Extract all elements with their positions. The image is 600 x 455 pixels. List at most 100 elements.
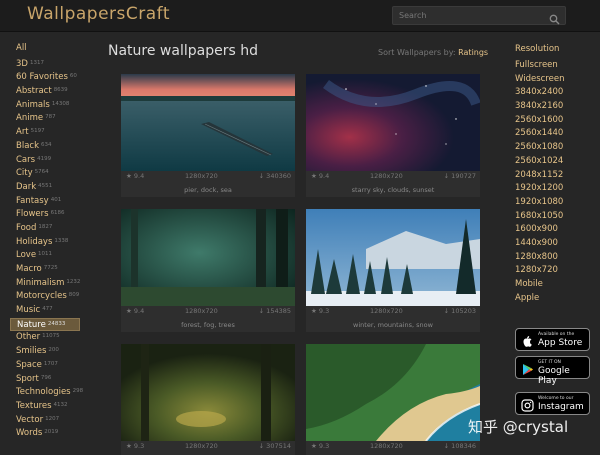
category-label: Minimalism [16,277,65,288]
sidebar-item-art[interactable]: Art 5197 [10,126,80,140]
category-label: Space [16,359,42,370]
site-logo[interactable]: WallpapersCraft [27,4,170,24]
sidebar-item-minimalism[interactable]: Minimalism 1232 [10,277,80,291]
sidebar-item-fantasy[interactable]: Fantasy 401 [10,195,80,209]
wallpaper-card[interactable]: ★ 9.3 1280x720 ↓ 108346 [306,344,480,455]
wallpaper-card[interactable]: ★ 9.3 1280x720 ↓ 105203 winter, mountain… [306,209,480,332]
resolution-item-2560x1024[interactable]: 2560x1024 [511,155,596,169]
category-count: 787 [45,114,56,121]
sidebar-item-flowers[interactable]: Flowers 6186 [10,208,80,222]
category-count: 200 [48,347,59,354]
resolution-item-1280x720[interactable]: 1280x720 [511,264,596,278]
sort-option-ratings[interactable]: Ratings [458,48,488,57]
sidebar-item-words[interactable]: Words 2019 [10,427,80,441]
resolution-item-3840x2160[interactable]: 3840x2160 [511,100,596,114]
resolution-item-1440x900[interactable]: 1440x900 [511,237,596,251]
sidebar-item-abstract[interactable]: Abstract 8639 [10,85,80,99]
category-count: 796 [40,374,52,381]
wallpaper-thumbnail[interactable] [306,209,480,306]
resolution-item-3840x2400[interactable]: 3840x2400 [511,86,596,100]
category-count: 634 [41,141,52,148]
sidebar-item-technologies[interactable]: Technologies 298 [10,386,83,400]
store-small-text: GET IT ON [538,360,561,365]
resolution-item-widescreen[interactable]: Widescreen [511,73,596,87]
resolution-item-1600x900[interactable]: 1600x900 [511,223,596,237]
sidebar-item-holidays[interactable]: Holidays 1338 [10,236,80,250]
category-count: 1338 [54,237,69,244]
google-play-badge[interactable]: GET IT ON Google Play [515,356,590,386]
category-count: 1011 [38,251,53,258]
wallpaper-thumbnail[interactable] [121,74,295,171]
store-small-text: Available on the [538,332,575,337]
sidebar-item-nature[interactable]: Nature 24833 [10,317,80,332]
sidebar-item-animals[interactable]: Animals 14308 [10,99,80,113]
resolution-item-1680x1050[interactable]: 1680x1050 [511,210,596,224]
wallpaper-thumbnail[interactable] [306,344,480,441]
sidebar-item-love[interactable]: Love 1011 [10,249,80,263]
wallpaper-tags[interactable]: starry sky, clouds, sunset [306,186,480,194]
sidebar-item-music[interactable]: Music 477 [10,304,80,318]
category-label: City [16,168,33,179]
wallpaper-tags[interactable]: pier, dock, sea [121,186,295,194]
category-sidebar: All 3D 1317 60 Favorites 60 Abstract 8639 Anim… [10,42,83,441]
sidebar-item-sport[interactable]: Sport 796 [10,373,80,387]
category-label: Abstract [16,86,52,97]
resolution-item-1280x800[interactable]: 1280x800 [511,251,596,265]
page-title: Nature wallpapers hd [108,43,258,59]
search-input[interactable] [393,7,543,24]
sidebar-item-food[interactable]: Food 1827 [10,222,80,236]
sidebar-item-black[interactable]: Black 634 [10,140,80,154]
sidebar-item-other[interactable]: Other 11075 [10,331,80,345]
wallpaper-card[interactable]: ★ 9.4 1280x720 ↓ 340360 pier, dock, sea [121,74,295,197]
sidebar-item-smilies[interactable]: Smilies 200 [10,345,80,359]
category-label: Black [16,140,39,151]
sidebar-item-vector[interactable]: Vector 1207 [10,414,80,428]
wallpaper-card[interactable]: ★ 9.4 1280x720 ↓ 154385 forest, fog, tre… [121,209,295,332]
sidebar-item-cars[interactable]: Cars 4199 [10,154,80,168]
download-count: ↓ 190727 [443,172,476,180]
sidebar-item-anime[interactable]: Anime 787 [10,112,80,126]
wallpaper-thumbnail[interactable] [121,209,295,306]
resolution-item-mobile[interactable]: Mobile [511,278,596,292]
search-box [392,6,566,25]
resolution-item-2560x1080[interactable]: 2560x1080 [511,141,596,155]
resolution-item-1920x1200[interactable]: 1920x1200 [511,182,596,196]
category-count: 2019 [44,429,59,436]
category-count: 1207 [45,415,60,422]
category-count: 24833 [47,320,66,327]
category-label: Motorcycles [16,291,67,302]
rating-value: ★ 9.4 [311,172,330,180]
resolution-item-2048x1152[interactable]: 2048x1152 [511,169,596,183]
resolution-item-2560x1600[interactable]: 2560x1600 [511,114,596,128]
top-header: WallpapersCraft [0,0,600,32]
rating-value: ★ 9.3 [126,442,145,450]
search-icon[interactable] [549,10,560,25]
sidebar-item-space[interactable]: Space 1707 [10,359,80,373]
category-count: 477 [42,306,53,313]
category-all[interactable]: All [10,42,80,56]
wallpaper-tags[interactable]: winter, mountains, snow [306,321,480,329]
wallpaper-thumbnail[interactable] [306,74,480,171]
sidebar-item-macro[interactable]: Macro 7725 [10,263,80,277]
category-count: 4199 [37,155,52,162]
sidebar-item-textures[interactable]: Textures 4132 [10,400,80,414]
app-store-badge[interactable]: Available on the App Store [515,328,590,351]
resolution-item-2560x1440[interactable]: 2560x1440 [511,127,596,141]
resolution-item-apple[interactable]: Apple [511,292,596,306]
wallpaper-tags[interactable]: forest, fog, trees [121,321,295,329]
sidebar-item-motorcycles[interactable]: Motorcycles 809 [10,290,80,304]
rating-value: ★ 9.3 [311,442,330,450]
resolution-item-fullscreen[interactable]: Fullscreen [511,59,596,73]
sidebar-item-60-favorites[interactable]: 60 Favorites 60 [10,71,80,85]
sidebar-item-city[interactable]: City 5764 [10,167,80,181]
sidebar-item-3d[interactable]: 3D 1317 [10,58,80,72]
sidebar-item-dark[interactable]: Dark 4551 [10,181,80,195]
category-label: Dark [16,181,37,192]
wallpaper-thumbnail[interactable] [121,344,295,441]
instagram-badge[interactable]: Welcome to our Instagram [515,392,590,415]
wallpaper-card[interactable]: ★ 9.4 1280x720 ↓ 190727 starry sky, clou… [306,74,480,197]
resolution-item-1920x1080[interactable]: 1920x1080 [511,196,596,210]
wallpaper-card[interactable]: ★ 9.3 1280x720 ↓ 307514 [121,344,295,455]
category-count: 401 [50,196,62,203]
instagram-icon [521,397,534,412]
